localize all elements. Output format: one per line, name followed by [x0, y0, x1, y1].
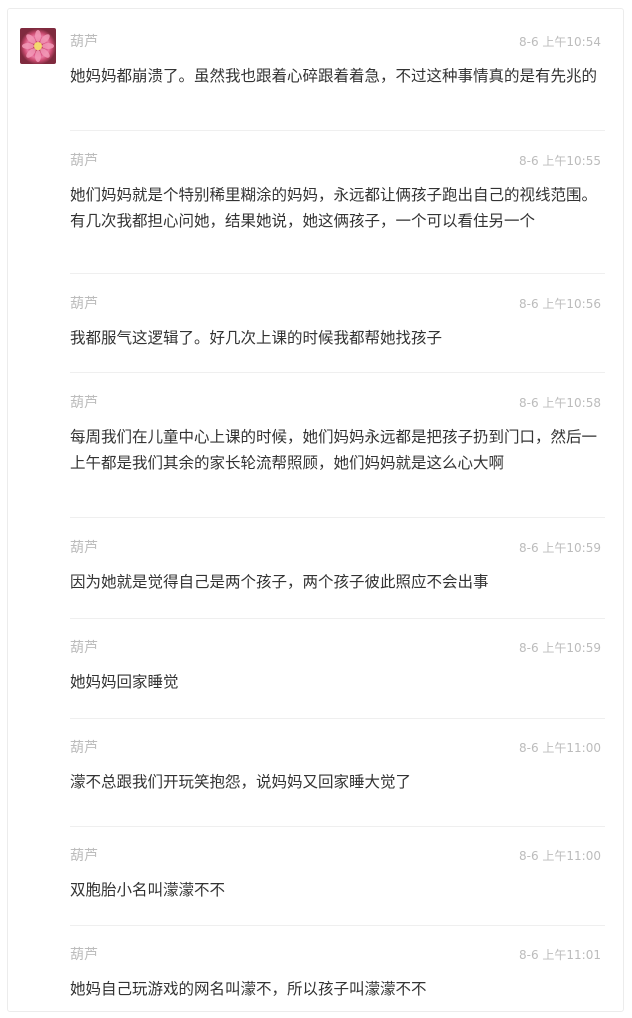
sender-name[interactable]: 葫芦 [70, 539, 98, 557]
message-timestamp: 8-6 上午10:59 [519, 641, 601, 655]
message-timestamp: 8-6 上午11:00 [519, 741, 601, 755]
message-text: 我都服气这逻辑了。好几次上课的时候我都帮她找孩子 [70, 329, 443, 347]
message-divider [70, 130, 605, 131]
message-divider [70, 517, 605, 518]
comment-panel: 葫芦 8-6 上午10:54 她妈妈都崩溃了。虽然我也跟着心碎跟着着急，不过这种… [7, 8, 624, 1012]
message-timestamp: 8-6 上午10:55 [519, 154, 601, 168]
message-divider [70, 618, 605, 619]
message-timestamp: 8-6 上午10:56 [519, 297, 601, 311]
sender-name[interactable]: 葫芦 [70, 152, 98, 170]
message-timestamp: 8-6 上午10:59 [519, 541, 601, 555]
message-text: 她妈妈都崩溃了。虽然我也跟着心碎跟着着急，不过这种事情真的是有先兆的 [70, 67, 598, 85]
message-divider [70, 718, 605, 719]
message-divider [70, 273, 605, 274]
message-text: 她妈妈回家睡觉 [70, 673, 179, 691]
sender-name[interactable]: 葫芦 [70, 33, 98, 51]
sender-name[interactable]: 葫芦 [70, 847, 98, 865]
sender-name[interactable]: 葫芦 [70, 639, 98, 657]
message-text: 她们妈妈就是个特别稀里糊涂的妈妈，永远都让俩孩子跑出自己的视线范围。有几次我都担… [70, 186, 598, 230]
message-divider [70, 925, 605, 926]
sender-name[interactable]: 葫芦 [70, 739, 98, 757]
message-text: 双胞胎小名叫濛濛不不 [70, 881, 226, 899]
sender-name[interactable]: 葫芦 [70, 295, 98, 313]
avatar[interactable] [20, 28, 56, 64]
flower-icon [22, 30, 54, 62]
message-text: 濛不总跟我们开玩笑抱怨，说妈妈又回家睡大觉了 [70, 773, 412, 791]
message-divider [70, 372, 605, 373]
message-text: 她妈自己玩游戏的网名叫濛不，所以孩子叫濛濛不不 [70, 980, 427, 998]
message-timestamp: 8-6 上午10:58 [519, 396, 601, 410]
message-timestamp: 8-6 上午11:00 [519, 849, 601, 863]
message-timestamp: 8-6 上午10:54 [519, 35, 601, 49]
message-timestamp: 8-6 上午11:01 [519, 948, 601, 962]
sender-name[interactable]: 葫芦 [70, 946, 98, 964]
message-text: 每周我们在儿童中心上课的时候，她们妈妈永远都是把孩子扔到门口，然后一上午都是我们… [70, 428, 598, 472]
sender-name[interactable]: 葫芦 [70, 394, 98, 412]
message-divider [70, 826, 605, 827]
message-text: 因为她就是觉得自己是两个孩子，两个孩子彼此照应不会出事 [70, 573, 489, 591]
